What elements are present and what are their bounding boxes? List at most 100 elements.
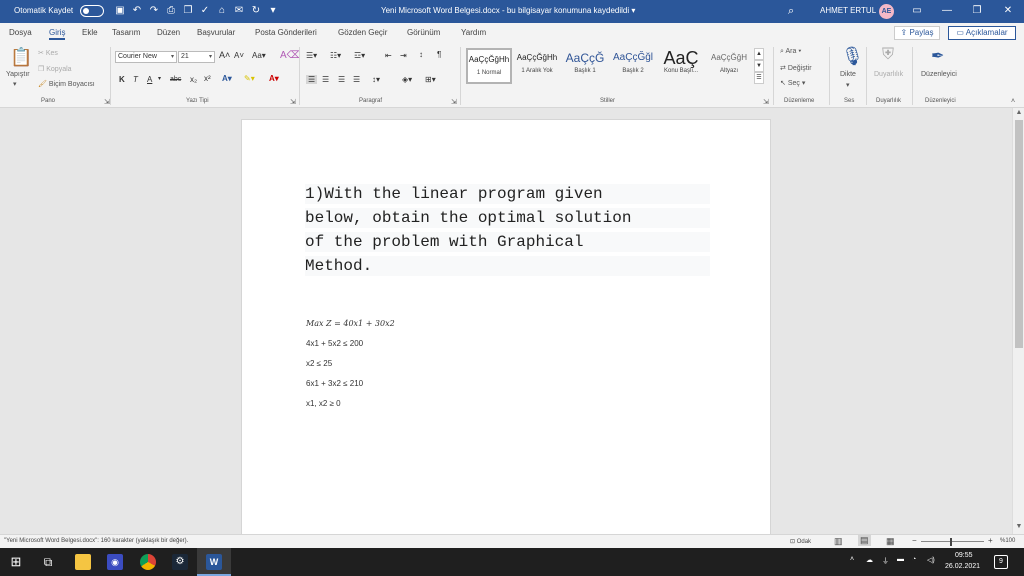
open-icon[interactable]: ⌂ bbox=[216, 4, 228, 17]
user-name[interactable]: AHMET ERTUL bbox=[820, 6, 876, 15]
scroll-thumb[interactable] bbox=[1015, 120, 1023, 348]
zoom-slider-thumb[interactable] bbox=[950, 538, 952, 546]
refresh-icon[interactable]: ↻ bbox=[250, 4, 262, 17]
paste-label[interactable]: Yapıştır bbox=[6, 71, 30, 78]
microphone-icon[interactable]: 🎙 bbox=[841, 46, 864, 67]
editor-pen-icon[interactable]: ✒ bbox=[931, 46, 944, 66]
grow-font-icon[interactable]: A˄ bbox=[219, 50, 230, 60]
zoom-slider[interactable] bbox=[921, 541, 984, 542]
shading-icon[interactable]: ◈▾ bbox=[402, 75, 412, 84]
font-size-chevron-icon[interactable]: ▾ bbox=[209, 53, 212, 60]
notifications-button[interactable]: 9 bbox=[994, 555, 1008, 569]
bullets-icon[interactable]: ☰▾ bbox=[306, 51, 317, 60]
tab-duzen[interactable]: Düzen bbox=[157, 28, 180, 37]
document-page[interactable]: 1)With the linear program given below, o… bbox=[241, 119, 771, 539]
borders-icon[interactable]: ⊞▾ bbox=[425, 75, 436, 84]
pilcrow-icon[interactable]: ¶ bbox=[437, 50, 441, 59]
line-spacing-icon[interactable]: ↕▾ bbox=[372, 75, 380, 84]
tab-gozden-gecir[interactable]: Gözden Geçir bbox=[338, 28, 387, 37]
editor-button-label[interactable]: Düzenleyici bbox=[921, 71, 957, 78]
format-painter-button[interactable]: 🖌 Biçim Boyacısı bbox=[38, 80, 95, 88]
style-normal[interactable]: AaÇçĞğHh 1 Normal bbox=[466, 48, 512, 84]
read-mode-icon[interactable]: ▥ bbox=[834, 536, 843, 547]
word-taskbar-button[interactable]: W bbox=[197, 548, 231, 576]
status-info[interactable]: "Yeni Microsoft Word Belgesi.docx": 160 … bbox=[4, 538, 188, 544]
battery-icon[interactable]: ▬ bbox=[897, 556, 904, 563]
sensitivity-button-label[interactable]: Duyarlılık bbox=[874, 71, 903, 78]
file-explorer-icon[interactable] bbox=[75, 554, 91, 570]
restore-icon[interactable]: ❐ bbox=[967, 3, 987, 19]
select-button[interactable]: ↖ Seç ▾ bbox=[780, 79, 805, 87]
align-right-icon[interactable]: ☰ bbox=[338, 75, 345, 84]
print-icon[interactable]: ⎙ bbox=[165, 4, 177, 17]
dictate-label[interactable]: Dikte bbox=[840, 71, 856, 78]
change-case-icon[interactable]: Aa▾ bbox=[252, 51, 266, 60]
styles-more-icon[interactable]: ☰ bbox=[754, 72, 764, 84]
copy-icon[interactable]: ❐ bbox=[182, 4, 194, 17]
autosave-toggle[interactable] bbox=[80, 5, 104, 17]
multilevel-list-icon[interactable]: ☲▾ bbox=[354, 51, 365, 60]
scroll-down-icon[interactable]: ▼ bbox=[1013, 522, 1024, 532]
styles-scroll-down-icon[interactable]: ▼ bbox=[754, 60, 764, 72]
superscript-icon[interactable]: x² bbox=[204, 74, 211, 83]
zoom-in-icon[interactable]: + bbox=[988, 536, 993, 545]
steam-icon[interactable]: ⚙ bbox=[172, 554, 188, 570]
undo-icon[interactable]: ↶ bbox=[131, 4, 143, 17]
clock-date[interactable]: 26.02.2021 bbox=[945, 563, 980, 570]
find-button[interactable]: ⌕ Ara ▾ bbox=[780, 48, 801, 56]
tab-yardim[interactable]: Yardım bbox=[461, 28, 486, 37]
spellcheck-icon[interactable]: ✓ bbox=[199, 4, 211, 17]
replace-button[interactable]: ⇄ Değiştir bbox=[780, 64, 812, 72]
align-center-icon[interactable]: ☰ bbox=[322, 75, 329, 84]
document-title[interactable]: Yeni Microsoft Word Belgesi.docx - bu bi… bbox=[381, 6, 635, 15]
tab-gorunum[interactable]: Görünüm bbox=[407, 28, 440, 37]
tab-ekle[interactable]: Ekle bbox=[82, 28, 98, 37]
tab-tasarim[interactable]: Tasarım bbox=[112, 28, 140, 37]
minimize-icon[interactable]: — bbox=[937, 3, 957, 19]
vertical-scrollbar[interactable]: ▲ ▼ bbox=[1012, 108, 1024, 534]
tray-chevron-icon[interactable]: ˄ bbox=[850, 556, 854, 563]
scroll-up-icon[interactable]: ▲ bbox=[1013, 108, 1024, 118]
paste-dropdown-icon[interactable]: ▾ bbox=[13, 80, 17, 88]
windows-start-icon[interactable]: ⊞ bbox=[8, 554, 24, 570]
strikethrough-icon[interactable]: abc bbox=[170, 76, 181, 83]
clear-formatting-icon[interactable]: A⌫ bbox=[280, 50, 301, 61]
justify-icon[interactable]: ☰ bbox=[353, 75, 360, 84]
ribbon-display-icon[interactable]: ▭ bbox=[907, 3, 927, 19]
volume-icon[interactable]: ◁) bbox=[927, 556, 935, 564]
subscript-icon[interactable]: x₂ bbox=[190, 75, 197, 84]
font-name-chevron-icon[interactable]: ▾ bbox=[171, 53, 174, 60]
wifi-icon[interactable]: ◔ bbox=[912, 556, 916, 563]
tab-giris[interactable]: Giriş bbox=[49, 28, 66, 40]
text-effects-icon[interactable]: A▾ bbox=[222, 74, 232, 83]
tab-posta[interactable]: Posta Gönderileri bbox=[255, 28, 317, 37]
numbering-icon[interactable]: ☷▾ bbox=[330, 51, 341, 60]
focus-button[interactable]: ⊡ Odak bbox=[790, 538, 811, 545]
print-layout-icon[interactable]: ▤ bbox=[858, 535, 871, 546]
style-heading-1[interactable]: AaÇçĞ Başlık 1 bbox=[562, 48, 608, 84]
font-color-icon[interactable]: A▾ bbox=[269, 74, 279, 83]
zoom-out-icon[interactable]: − bbox=[912, 536, 917, 545]
clock-time[interactable]: 09:55 bbox=[955, 552, 973, 559]
comments-button[interactable]: ▭ Açıklamalar bbox=[948, 26, 1016, 40]
sort-icon[interactable]: ↕ bbox=[419, 50, 423, 59]
zoom-level[interactable]: %100 bbox=[1000, 538, 1015, 544]
style-heading-2[interactable]: AaÇçĞğl Başlık 2 bbox=[610, 48, 656, 84]
tab-basvurular[interactable]: Başvurular bbox=[197, 28, 235, 37]
web-layout-icon[interactable]: ▦ bbox=[886, 536, 895, 547]
redo-icon[interactable]: ↷ bbox=[148, 4, 160, 17]
bold-icon[interactable]: K bbox=[119, 75, 125, 84]
mail-icon[interactable]: ✉ bbox=[233, 4, 245, 17]
align-left-icon[interactable]: ☰ bbox=[306, 75, 318, 84]
decrease-indent-icon[interactable]: ⇤ bbox=[385, 51, 392, 60]
onedrive-icon[interactable]: ☁ bbox=[866, 556, 873, 564]
increase-indent-icon[interactable]: ⇥ bbox=[400, 51, 407, 60]
style-no-spacing[interactable]: AaÇçĞğHh 1 Aralık Yok bbox=[514, 48, 560, 84]
task-view-icon[interactable]: ⧉ bbox=[40, 554, 56, 570]
close-icon[interactable]: ✕ bbox=[998, 3, 1018, 19]
style-subtitle[interactable]: AaÇçĞğH Altyazı bbox=[706, 48, 752, 84]
search-icon[interactable]: ⌕ bbox=[788, 5, 794, 18]
styles-launcher-icon[interactable]: ⇲ bbox=[763, 98, 769, 106]
customize-qat-icon[interactable]: ▾ bbox=[267, 4, 279, 17]
usb-icon[interactable]: ⏚ bbox=[882, 556, 889, 566]
